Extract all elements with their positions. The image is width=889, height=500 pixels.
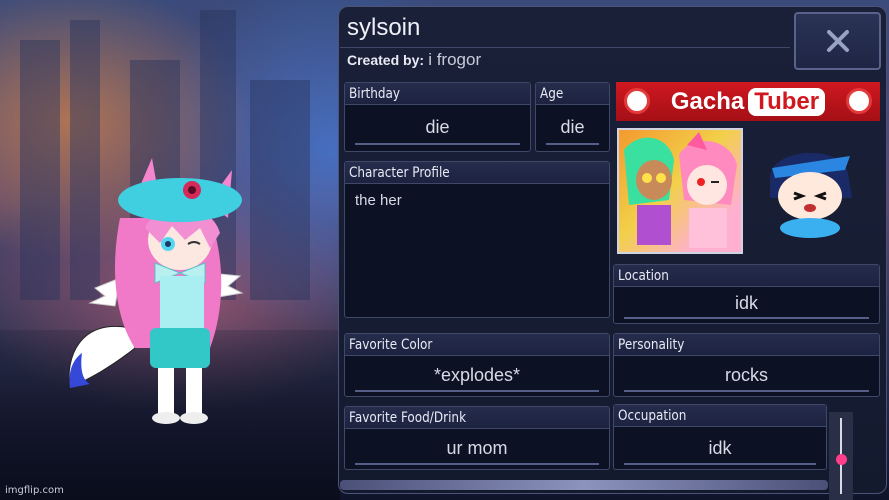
occupation-label: Occupation bbox=[618, 408, 687, 424]
created-by: Created by: i frogor bbox=[347, 50, 481, 70]
avatar-illustration bbox=[624, 132, 737, 248]
character-profile-box: Character Profile the her bbox=[344, 161, 610, 318]
favorite-food-box: Favorite Food/Drink ur mom bbox=[344, 406, 610, 470]
underline bbox=[624, 390, 869, 392]
underline bbox=[624, 317, 869, 319]
close-icon bbox=[826, 30, 849, 52]
underline bbox=[355, 390, 599, 392]
underline bbox=[355, 463, 599, 465]
underline bbox=[355, 143, 520, 145]
age-label: Age bbox=[540, 86, 564, 102]
character-figure bbox=[68, 158, 244, 424]
banner-logo-icon bbox=[846, 88, 872, 114]
underline bbox=[624, 463, 816, 465]
building bbox=[20, 40, 60, 300]
favorite-food-label: Favorite Food/Drink bbox=[349, 410, 467, 426]
character-name: sylsoin bbox=[347, 14, 421, 41]
personality-value[interactable]: rocks bbox=[614, 365, 879, 386]
avatar-image bbox=[617, 128, 743, 254]
created-by-value: i frogor bbox=[428, 50, 482, 69]
favorite-color-value[interactable]: *explodes* bbox=[345, 365, 609, 386]
banner-word-1: Gacha bbox=[670, 87, 745, 115]
occupation-value[interactable]: idk bbox=[614, 438, 826, 459]
chibi-avatar bbox=[770, 152, 852, 238]
underline bbox=[546, 143, 599, 145]
personality-label: Personality bbox=[618, 337, 685, 353]
favorite-color-label: Favorite Color bbox=[349, 337, 433, 353]
banner-word-2: Tuber bbox=[748, 87, 826, 116]
location-value[interactable]: idk bbox=[614, 293, 879, 314]
created-by-label: Created by: bbox=[347, 52, 425, 68]
favorite-food-value[interactable]: ur mom bbox=[345, 438, 609, 459]
location-label: Location bbox=[618, 268, 669, 284]
personality-box: Personality rocks bbox=[613, 333, 880, 397]
close-button[interactable] bbox=[794, 12, 881, 70]
birthday-label: Birthday bbox=[349, 86, 401, 102]
character-profile-label: Character Profile bbox=[349, 165, 450, 181]
birthday-value[interactable]: die bbox=[345, 117, 530, 138]
watermark: imgflip.com bbox=[5, 485, 64, 496]
character-profile-value[interactable]: the her bbox=[355, 192, 402, 209]
location-box: Location idk bbox=[613, 264, 880, 324]
banner-logo-icon bbox=[624, 88, 650, 114]
slider-knob[interactable] bbox=[836, 454, 847, 465]
age-box: Age die bbox=[535, 82, 610, 152]
occupation-box: Occupation idk bbox=[613, 404, 827, 470]
scrollbar[interactable] bbox=[340, 480, 828, 490]
age-value[interactable]: die bbox=[536, 117, 609, 138]
gachatuber-banner: Gacha Tuber bbox=[616, 82, 880, 121]
birthday-box: Birthday die bbox=[344, 82, 531, 152]
favorite-color-box: Favorite Color *explodes* bbox=[344, 333, 610, 397]
